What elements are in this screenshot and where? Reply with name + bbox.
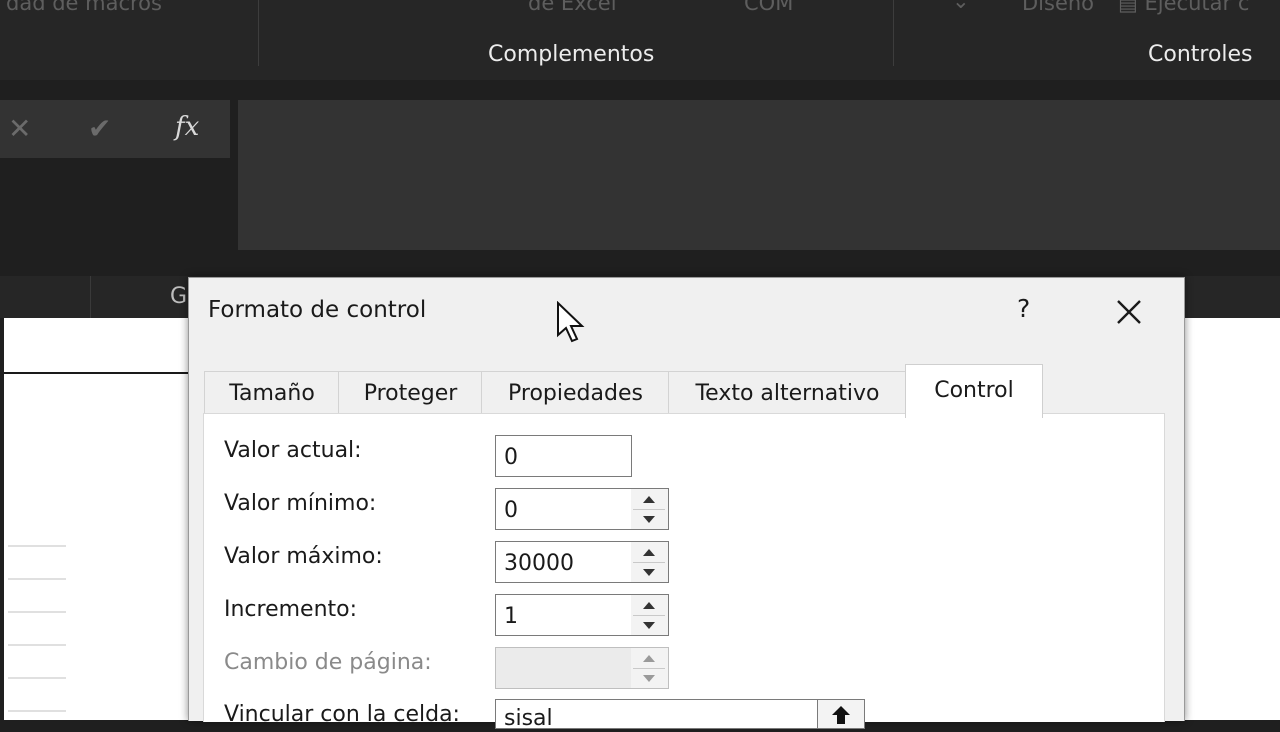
increment-label: Incremento: (224, 597, 358, 622)
formula-input[interactable] (238, 100, 1280, 250)
tab-texto-alternativo[interactable]: Texto alternativo (668, 371, 907, 416)
spin-up-icon[interactable] (633, 543, 665, 563)
ribbon-item-design-mode[interactable]: Diseño (1022, 0, 1094, 15)
page-change-input (495, 647, 632, 689)
mouse-pointer-icon (557, 301, 585, 343)
min-value-spinner (631, 488, 669, 530)
ribbon-separator (258, 0, 259, 66)
run-dialog-label: Ejecutar c (1144, 0, 1250, 15)
tab-proteger[interactable]: Proteger (338, 371, 483, 416)
close-icon[interactable] (1111, 294, 1147, 330)
grid-line (8, 677, 66, 679)
collapse-dialog-icon[interactable] (817, 699, 865, 729)
current-value-label: Valor actual: (224, 438, 362, 463)
spin-up-icon[interactable] (633, 490, 665, 510)
grid-line (8, 578, 66, 580)
grid-line (8, 611, 66, 613)
ribbon-item-run-dialog[interactable]: ▤ Ejecutar c (1118, 0, 1278, 15)
grid-line (8, 644, 66, 646)
spin-down-icon[interactable] (633, 563, 665, 582)
max-value-input[interactable]: 30000 (495, 541, 632, 583)
max-value-spinner (631, 541, 669, 583)
column-separator (90, 276, 91, 318)
min-value-input[interactable]: 0 (495, 488, 632, 530)
dialog-title: Formato de control (208, 297, 427, 323)
ribbon-group-complementos: Complementos (488, 42, 655, 67)
arrow-up-icon (832, 706, 850, 724)
ribbon-item-com-addins[interactable]: COM (744, 0, 793, 15)
tab-control[interactable]: Control (905, 364, 1043, 418)
ribbon-item-macro-security[interactable]: dad de macros (6, 0, 162, 15)
spin-down-icon[interactable] (633, 510, 665, 529)
grid-line (8, 710, 66, 712)
increment-input[interactable]: 1 (495, 594, 632, 636)
ribbon-separator (893, 0, 894, 66)
max-value-label: Valor máximo: (224, 544, 383, 569)
tab-tamano[interactable]: Tamaño (204, 371, 340, 416)
check-icon[interactable]: ✔ (88, 112, 111, 145)
format-control-dialog: Formato de control ? Tamaño Proteger Pro… (188, 277, 1185, 729)
spin-down-icon[interactable] (633, 616, 665, 635)
help-button[interactable]: ? (1017, 294, 1030, 323)
cell-border (4, 372, 190, 374)
page-change-label: Cambio de página: (224, 650, 432, 675)
function-icon[interactable]: fx (175, 112, 199, 142)
spin-down-icon (633, 669, 665, 688)
tab-propiedades[interactable]: Propiedades (481, 371, 670, 416)
page-change-spinner (631, 647, 669, 689)
grid-line (8, 545, 66, 547)
x-icon[interactable]: ✕ (8, 112, 31, 145)
cell-link-input[interactable]: sisal (495, 699, 818, 729)
run-dialog-icon: ▤ (1118, 0, 1138, 15)
ribbon: dad de macros de Excel COM ⌄ Diseño ▤ Ej… (0, 0, 1280, 80)
min-value-label: Valor mínimo: (224, 491, 377, 516)
chevron-down-icon[interactable]: ⌄ (952, 0, 970, 13)
increment-spinner (631, 594, 669, 636)
spin-up-icon[interactable] (633, 596, 665, 616)
column-header-g[interactable]: G (170, 284, 187, 309)
cell-link-label: Vincular con la celda: (224, 702, 460, 727)
ribbon-group-controles: Controles (1148, 42, 1253, 67)
current-value-input[interactable]: 0 (495, 435, 632, 477)
spin-up-icon (633, 649, 665, 669)
ribbon-item-excel-addins[interactable]: de Excel (528, 0, 617, 15)
